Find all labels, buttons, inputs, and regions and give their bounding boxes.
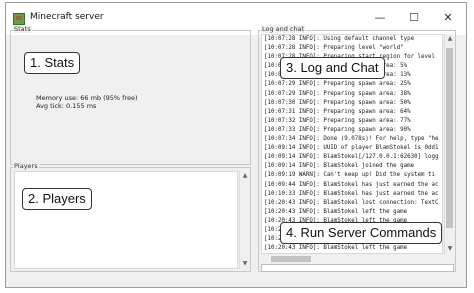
maximize-button[interactable]: ☐ [402,9,426,27]
log-line: [10:20:43 INFO]: BlamStokel lost connect… [264,199,439,206]
log-line: [10:09:14 INFO]: UUID of player BlamStok… [264,145,439,152]
scroll-up-icon[interactable]: ▲ [445,34,455,44]
log-label: Log and chat [261,25,306,33]
log-line: [10:09:14 INFO]: BlamStokel[/127.0.0.1:6… [264,154,439,161]
stats-label: Stats [13,25,32,33]
players-panel: Players ▲ ▼ [10,162,251,272]
callout-stats: 1. Stats [24,52,81,74]
scroll-down-icon[interactable]: ▼ [445,244,455,254]
callout-log-and-chat: 3. Log and Chat [280,57,385,79]
grass-block-icon [13,13,25,25]
players-label: Players [13,162,39,170]
stats-panel: Stats Memory use: 66 mb (95% free) Avg t… [10,25,251,165]
command-input[interactable] [261,264,454,272]
window-title: Minecraft server [30,12,104,22]
log-line: [10:20:43 INFO]: BlamStokel left the gam… [264,245,408,252]
log-line: [10:09:19 WARN]: Can't keep up! Did the … [264,172,436,179]
scroll-down-icon[interactable]: ▼ [240,259,250,269]
log-line: [10:07:28 INFO]: Preparing level "world" [264,45,404,52]
stats-readout: Memory use: 66 mb (95% free) Avg tick: 0… [36,94,138,110]
memory-use-text: Memory use: 66 mb (95% free) [36,94,138,102]
log-line: [10:20:43 INFO]: BlamStokel left the gam… [264,208,408,215]
log-line: [10:07:29 INFO]: Preparing spawn area: 2… [264,81,411,88]
scrollbar-thumb[interactable] [271,256,311,262]
log-line: [10:10:33 INFO]: BlamStokel has just ear… [264,190,439,197]
avg-tick-text: Avg tick: 0.155 ms [36,102,97,110]
callout-run-server-commands: 4. Run Server Commands [280,222,443,244]
log-line: [10:07:33 INFO]: Preparing spawn area: 9… [264,126,411,133]
close-button[interactable]: ✕ [436,9,460,27]
log-line: [10:07:31 INFO]: Preparing spawn area: 6… [264,108,411,115]
log-line: [10:09:14 INFO]: BlamStokel joined the g… [264,163,415,170]
minimize-button[interactable]: — [368,9,392,27]
log-line: [10:07:30 INFO]: Preparing spawn area: 5… [264,99,411,106]
log-line: [10:09:44 INFO]: BlamStokel has just ear… [264,181,439,188]
scroll-up-icon[interactable]: ▲ [240,171,250,181]
callout-players: 2. Players [22,188,92,210]
scrollbar-thumb[interactable] [446,48,453,228]
log-line: [10:07:28 INFO]: Using default channel t… [264,36,415,42]
log-line: [10:07:32 INFO]: Preparing spawn area: 7… [264,117,411,124]
log-line: [10:07:29 INFO]: Preparing spawn area: 3… [264,90,411,97]
players-scrollbar[interactable]: ▲ ▼ [239,171,249,269]
log-horizontal-scrollbar[interactable] [261,255,443,263]
players-list[interactable] [14,171,238,269]
log-vertical-scrollbar[interactable]: ▲ ▼ [444,34,454,254]
log-line: [10:07:34 INFO]: Done (9.078s)! For help… [264,136,439,143]
